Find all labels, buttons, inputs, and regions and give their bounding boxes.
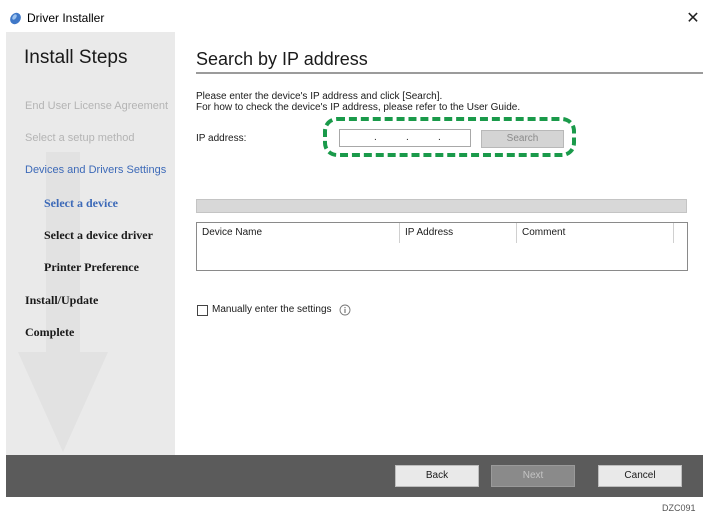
page-title: Search by IP address [196,49,368,69]
step-end-user-license-agreement: End User License Agreement [25,100,169,112]
main-content: Search by IP address Please enter the de… [175,32,703,455]
info-icon[interactable] [339,304,351,316]
device-list-table[interactable]: Device Name IP Address Comment [196,222,688,271]
installer-window: Driver Installer ✕ Install Steps End Use… [6,6,703,497]
step-select-a-device-driver: Select a device driver [44,228,153,242]
instruction-line-2: For how to check the device's IP address… [196,102,521,113]
wizard-footer: Back Next Cancel [6,455,703,497]
ip-search-highlight-callout [323,117,576,157]
step-install-update: Install/Update [25,293,99,307]
manual-settings-checkbox[interactable] [197,305,208,316]
title-divider [196,72,703,74]
next-button[interactable]: Next [491,465,575,487]
close-icon: ✕ [686,10,700,27]
column-header-ip-address[interactable]: IP Address [400,223,517,243]
column-header-comment[interactable]: Comment [517,223,674,243]
cancel-button[interactable]: Cancel [598,465,682,487]
search-progress-bar [196,199,687,213]
step-devices-and-drivers-settings: Devices and Drivers Settings [25,164,167,176]
step-select-setup-method: Select a setup method [25,132,135,144]
column-header-device-name[interactable]: Device Name [197,223,400,243]
manual-settings-label[interactable]: Manually enter the settings [212,304,332,315]
ip-address-label: IP address: [196,133,247,144]
instruction-line-1: Please enter the device's IP address and… [196,91,443,102]
title-bar: Driver Installer ✕ [6,6,703,32]
step-select-a-device: Select a device [44,196,118,210]
close-button[interactable]: ✕ [683,8,703,30]
driver-installer-icon [10,12,21,25]
install-steps-sidebar: Install Steps End User License Agreement… [6,32,175,455]
step-complete: Complete [25,325,75,339]
window-title: Driver Installer [27,11,105,25]
step-printer-preference: Printer Preference [44,260,139,274]
screenshot-root: Driver Installer ✕ Install Steps End Use… [0,0,703,515]
install-steps-title: Install Steps [24,47,128,68]
figure-id: DZC091 [662,503,696,513]
back-button[interactable]: Back [395,465,479,487]
